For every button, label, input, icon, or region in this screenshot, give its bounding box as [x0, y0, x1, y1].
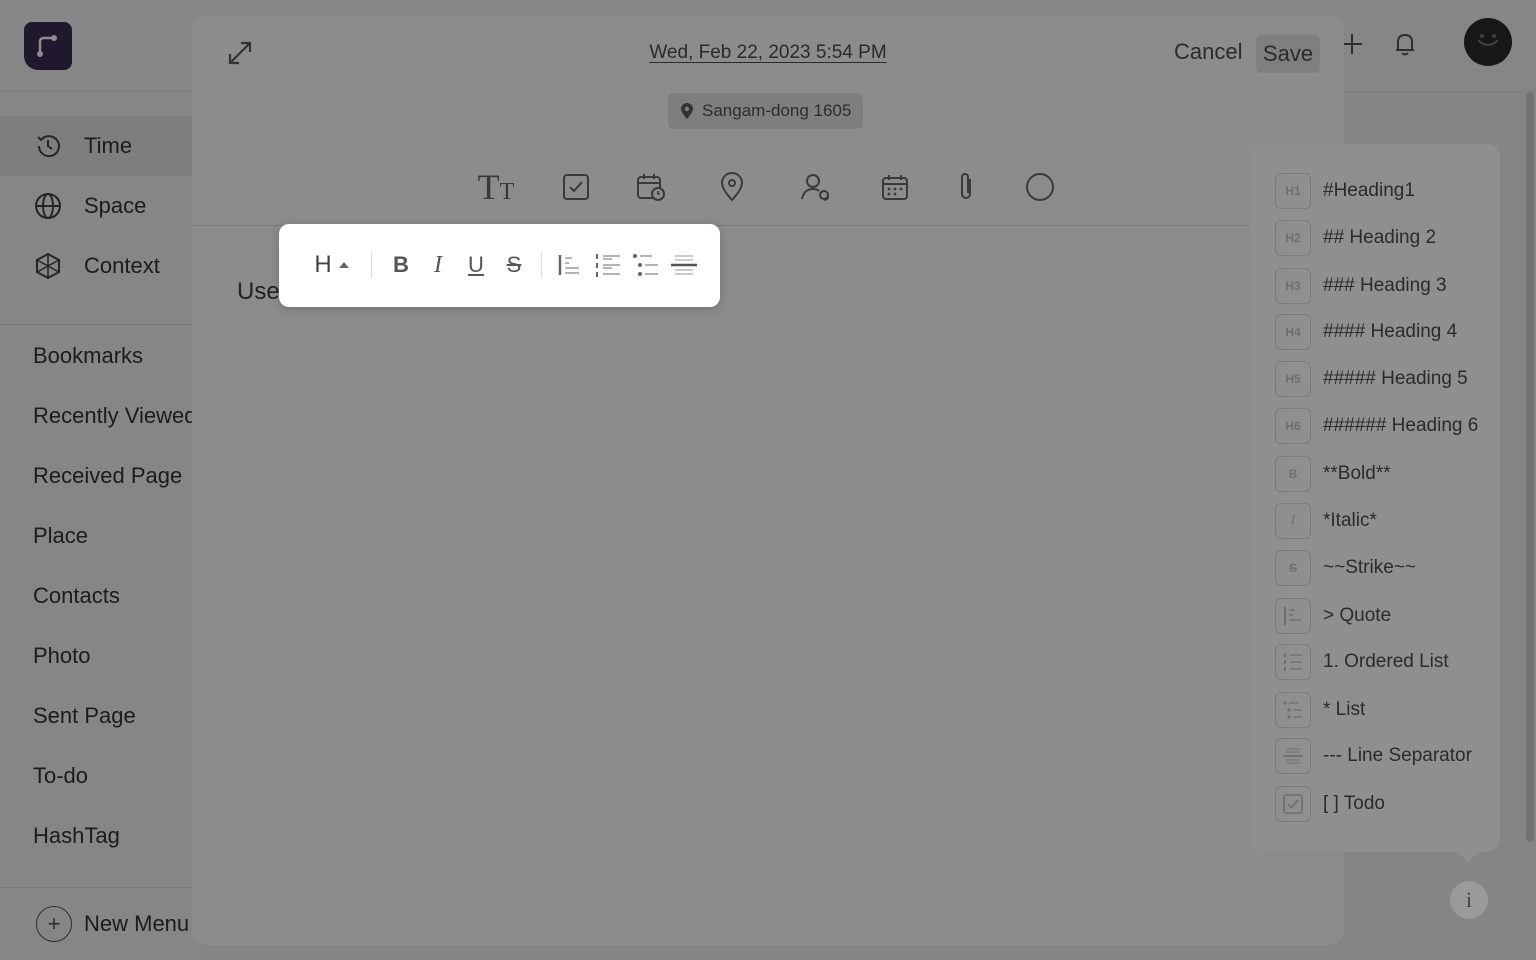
markdown-help-panel: H1 #Heading1 H2 ## Heading 2 H3 ### Heading…	[1251, 144, 1500, 863]
italic-icon: I	[434, 251, 442, 278]
circle-icon[interactable]	[1020, 165, 1060, 209]
md-row-list[interactable]: * List	[1275, 692, 1365, 728]
md-row-heading2[interactable]: H2 ## Heading 2	[1275, 220, 1436, 256]
heading-label: H	[314, 251, 332, 278]
heading6-icon: H6	[1275, 408, 1311, 444]
heading5-icon: H5	[1275, 361, 1311, 397]
italic-button[interactable]: I	[422, 248, 454, 282]
popup-separator	[541, 252, 542, 278]
text-format-popup: H B I U S	[279, 224, 720, 307]
quote-icon	[1275, 598, 1311, 634]
line-separator-icon	[1275, 738, 1311, 774]
italic-icon: I	[1275, 503, 1311, 539]
popup-separator	[371, 252, 372, 278]
heading3-icon: H3	[1275, 268, 1311, 304]
md-row-heading3[interactable]: H3 ### Heading 3	[1275, 268, 1447, 304]
md-row-text: ### Heading 3	[1323, 275, 1447, 296]
strike-icon: S	[1275, 550, 1311, 586]
location-pin-icon[interactable]	[712, 165, 752, 209]
heading1-icon: H1	[1275, 173, 1311, 209]
md-row-text: **Bold**	[1323, 463, 1391, 484]
ordered-list-icon	[1275, 644, 1311, 680]
info-icon: i	[1465, 887, 1473, 912]
map-pin-icon	[681, 103, 693, 119]
underline-button[interactable]: U	[460, 248, 492, 282]
md-row-text: ## Heading 2	[1323, 227, 1437, 248]
bold-button[interactable]: B	[385, 248, 417, 282]
md-row-quote[interactable]: > Quote	[1275, 598, 1391, 634]
line-separator-icon	[671, 255, 697, 275]
text-size-icon[interactable]: TT	[476, 165, 516, 209]
md-row-text: 1. Ordered List	[1323, 651, 1449, 672]
md-row-text: > Quote	[1323, 605, 1392, 626]
user-mention-icon[interactable]	[796, 165, 836, 209]
caret-up-icon	[338, 262, 349, 268]
note-editor-modal: Wed, Feb 22, 2023 5:54 PM Cancel Save Sa…	[192, 15, 1344, 945]
md-row-heading1[interactable]: H1 #Heading1	[1275, 173, 1415, 209]
md-row-text: ##### Heading 5	[1323, 368, 1468, 389]
md-row-text: #Heading1	[1323, 180, 1415, 201]
md-row-bold[interactable]: B **Bold**	[1275, 456, 1391, 492]
insert-toolbar: TT	[192, 165, 1344, 209]
heading2-icon: H2	[1275, 220, 1311, 256]
info-button[interactable]: i	[1450, 881, 1488, 919]
bullet-list-button[interactable]	[630, 248, 662, 282]
md-row-text: ###### Heading 6	[1323, 415, 1479, 436]
bold-icon: B	[1275, 456, 1311, 492]
location-chip[interactable]: Sangam-dong 1605	[668, 93, 864, 129]
cancel-button[interactable]: Cancel	[1174, 39, 1242, 65]
md-row-heading6[interactable]: H6 ###### Heading 6	[1275, 408, 1478, 444]
heading4-icon: H4	[1275, 314, 1311, 350]
md-row-text: [ ] Todo	[1323, 793, 1385, 814]
ordered-list-icon	[596, 254, 620, 277]
strike-button[interactable]: S	[498, 248, 530, 282]
md-row-strike[interactable]: S ~~Strike~~	[1275, 550, 1416, 586]
md-row-text: #### Heading 4	[1323, 321, 1458, 342]
location-label: Sangam-dong 1605	[702, 101, 852, 120]
paperclip-icon[interactable]	[946, 165, 986, 209]
md-row-heading5[interactable]: H5 ##### Heading 5	[1275, 361, 1468, 397]
underline-icon: U	[468, 252, 484, 277]
save-button[interactable]: Save	[1256, 35, 1320, 73]
md-row-todo[interactable]: [ ] Todo	[1275, 786, 1385, 822]
date-link[interactable]: Wed, Feb 22, 2023 5:54 PM	[649, 42, 886, 63]
heading-dropdown[interactable]: H	[309, 248, 355, 282]
md-row-ordered-list[interactable]: 1. Ordered List	[1275, 644, 1449, 680]
line-separator-button[interactable]	[668, 248, 700, 282]
md-row-text: ~~Strike~~	[1323, 557, 1416, 578]
md-row-text: * List	[1323, 699, 1366, 720]
bullet-list-icon	[633, 254, 658, 276]
bullet-list-icon	[1275, 692, 1311, 728]
calendar-clock-icon[interactable]	[631, 165, 671, 209]
bold-icon: B	[393, 252, 409, 277]
quote-icon	[558, 255, 579, 275]
md-row-italic[interactable]: I *Italic*	[1275, 503, 1377, 539]
todo-checkbox-icon	[1275, 786, 1311, 822]
checkbox-icon[interactable]	[556, 165, 596, 209]
calendar-icon[interactable]	[875, 165, 915, 209]
strike-icon: S	[506, 252, 522, 277]
md-row-text: *Italic*	[1323, 510, 1377, 531]
md-row-line-separator[interactable]: --- Line Separator	[1275, 738, 1472, 774]
editor-content[interactable]: Use	[237, 278, 280, 306]
quote-button[interactable]	[554, 248, 586, 282]
md-row-heading4[interactable]: H4 #### Heading 4	[1275, 314, 1457, 350]
md-row-text: --- Line Separator	[1323, 745, 1472, 766]
ordered-list-button[interactable]	[592, 248, 624, 282]
